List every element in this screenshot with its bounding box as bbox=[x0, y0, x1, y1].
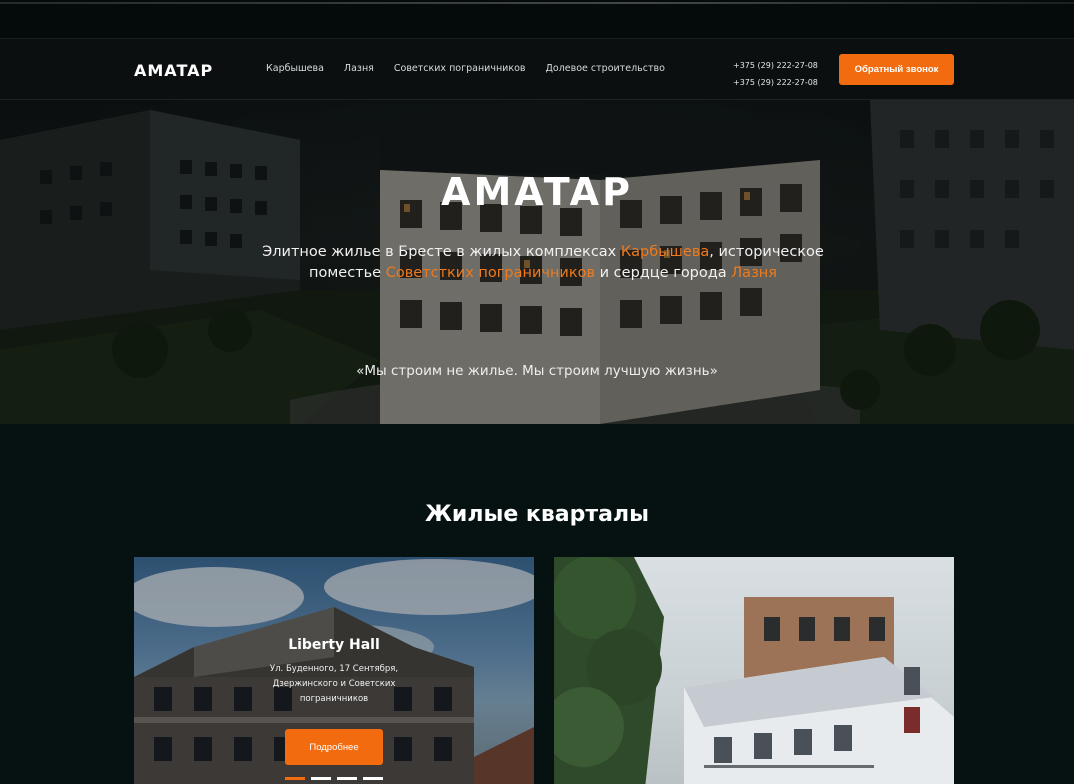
building-image bbox=[554, 557, 954, 784]
nav-item-laznya[interactable]: Лазня bbox=[344, 63, 374, 74]
link-karbysheva[interactable]: Карбышева bbox=[621, 244, 709, 260]
card-address: Ул. Буденного, 17 Сентября, Дзержинского… bbox=[269, 664, 399, 704]
nav-item-karbysheva[interactable]: Карбышева bbox=[266, 63, 324, 74]
main-nav: Карбышева Лазня Советских пограничников … bbox=[266, 63, 685, 74]
hero-banner: AMATAP Элитное жилье в Бресте в жилых ко… bbox=[0, 100, 1074, 424]
more-button[interactable]: Подробнее bbox=[285, 729, 383, 765]
phone-numbers: +375 (29) 222-27-08 +375 (29) 222-27-08 bbox=[733, 57, 818, 91]
phone-1[interactable]: +375 (29) 222-27-08 bbox=[733, 57, 818, 74]
project-card-2[interactable] bbox=[554, 557, 954, 784]
slider-dot-2[interactable] bbox=[311, 777, 331, 780]
callback-button[interactable]: Обратный звонок bbox=[839, 54, 954, 85]
project-card-liberty-hall[interactable]: Liberty Hall Ул. Буденного, 17 Сентября,… bbox=[134, 557, 534, 784]
link-sovetskih-pogranichnikov[interactable]: Советстких пограничников bbox=[386, 265, 595, 281]
header-logo[interactable]: AMATAP bbox=[134, 61, 213, 80]
site-header: AMATAP Карбышева Лазня Советских пограни… bbox=[0, 38, 1074, 100]
nav-item-dolevoe-stroitelstvo[interactable]: Долевое строительство bbox=[545, 63, 664, 74]
hero-desc-text-1: Элитное жилье в Бресте в жилых комплекса… bbox=[262, 244, 621, 260]
hero-quote: «Мы строим не жилье. Мы строим лучшую жи… bbox=[356, 363, 718, 379]
card-overlay: Liberty Hall Ул. Буденного, 17 Сентября,… bbox=[252, 637, 416, 707]
top-strip bbox=[0, 0, 1074, 38]
residential-quarters-section: Жилые кварталы Liberty Hall Ул. Буденног… bbox=[0, 424, 1074, 784]
hero-description: Элитное жилье в Бресте в жилых комплекса… bbox=[260, 242, 826, 284]
hero-logo: AMATAP bbox=[441, 170, 633, 214]
slider-dot-3[interactable] bbox=[337, 777, 357, 780]
phone-2[interactable]: +375 (29) 222-27-08 bbox=[733, 74, 818, 91]
card-title: Liberty Hall bbox=[288, 637, 380, 653]
link-laznya[interactable]: Лазня bbox=[731, 265, 777, 281]
slider-dot-4[interactable] bbox=[363, 777, 383, 780]
nav-item-sovetskih-pogranichnikov[interactable]: Советских пограничников bbox=[394, 63, 526, 74]
slider-dot-1[interactable] bbox=[285, 777, 305, 780]
section-title: Жилые кварталы bbox=[425, 502, 649, 527]
hero-desc-text-3: и сердце города bbox=[595, 265, 732, 281]
slider-dots bbox=[285, 777, 383, 780]
